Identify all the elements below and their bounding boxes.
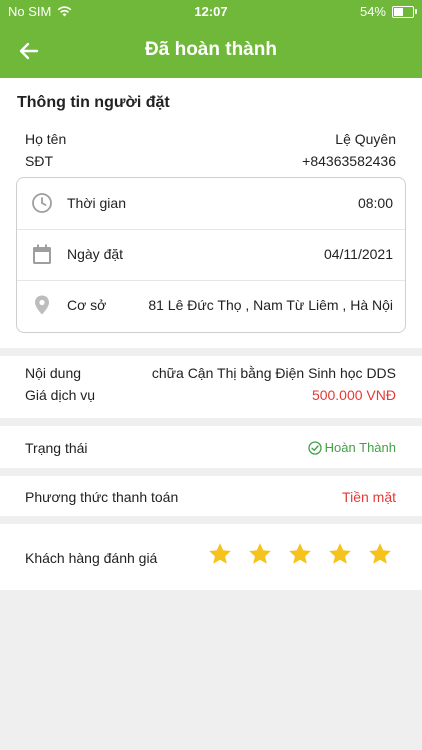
service-section: Nội dung chữa Cận Thị bằng Điện Sinh học… bbox=[0, 356, 422, 418]
star-icon[interactable] bbox=[368, 542, 392, 566]
location-row: Cơ sở 81 Lê Đức Thọ , Nam Từ Liêm , Hà N… bbox=[17, 280, 405, 331]
rating-label: Khách hàng đánh giá bbox=[25, 550, 158, 566]
location-pin-icon bbox=[35, 295, 49, 315]
app-bar: Đã hoàn thành bbox=[0, 24, 422, 78]
star-icon[interactable] bbox=[248, 542, 272, 566]
status-value: Hoàn Thành bbox=[324, 440, 396, 455]
calendar-icon bbox=[33, 244, 51, 264]
payment-value: Tiền mặt bbox=[342, 489, 396, 505]
price-label: Giá dịch vụ bbox=[25, 387, 96, 403]
clock-icon bbox=[32, 193, 52, 213]
name-value: Lệ Quyên bbox=[335, 131, 396, 147]
rating-section: Khách hàng đánh giá bbox=[0, 524, 422, 590]
star-icon[interactable] bbox=[208, 542, 232, 566]
booking-card: Thời gian 08:00 Ngày đặt 04/11/2021 Cơ s… bbox=[16, 177, 406, 333]
name-label: Họ tên bbox=[25, 131, 67, 147]
content-label: Nội dung bbox=[25, 365, 82, 381]
location-label: Cơ sở bbox=[67, 297, 107, 313]
status-bar: No SIM 12:07 54% bbox=[0, 0, 422, 24]
star-icon[interactable] bbox=[288, 542, 312, 566]
time-label: Thời gian bbox=[67, 195, 126, 211]
phone-value: +84363582436 bbox=[302, 153, 396, 169]
check-circle-icon bbox=[308, 440, 322, 455]
status-badge: Hoàn Thành bbox=[308, 440, 396, 455]
phone-label: SĐT bbox=[25, 153, 53, 169]
content-value: chữa Cận Thị bằng Điện Sinh học DDS bbox=[151, 365, 396, 381]
page-title: Đã hoàn thành bbox=[145, 39, 277, 60]
battery-icon bbox=[392, 5, 417, 18]
customer-info-title: Thông tin người đặt bbox=[17, 94, 170, 111]
date-row: Ngày đặt 04/11/2021 bbox=[17, 229, 405, 281]
time-row: Thời gian 08:00 bbox=[17, 178, 405, 230]
location-value: 81 Lê Đức Thọ , Nam Từ Liêm , Hà Nội bbox=[148, 297, 393, 313]
battery-percent: 54% bbox=[359, 4, 386, 19]
date-value: 04/11/2021 bbox=[323, 246, 393, 262]
date-label: Ngày đặt bbox=[67, 246, 124, 262]
payment-label: Phương thức thanh toán bbox=[25, 489, 179, 505]
clock: 12:07 bbox=[194, 4, 228, 19]
star-rating bbox=[208, 542, 392, 566]
price-value: 500.000 VNĐ bbox=[311, 387, 396, 403]
time-value: 08:00 bbox=[357, 195, 393, 211]
status-section: Trạng thái Hoàn Thành bbox=[0, 426, 422, 468]
star-icon[interactable] bbox=[328, 542, 352, 566]
payment-section: Phương thức thanh toán Tiền mặt bbox=[0, 476, 422, 516]
status-label: Trạng thái bbox=[25, 440, 88, 456]
customer-info-section: Thông tin người đặt Họ tên Lệ Quyên SĐT … bbox=[0, 78, 422, 348]
